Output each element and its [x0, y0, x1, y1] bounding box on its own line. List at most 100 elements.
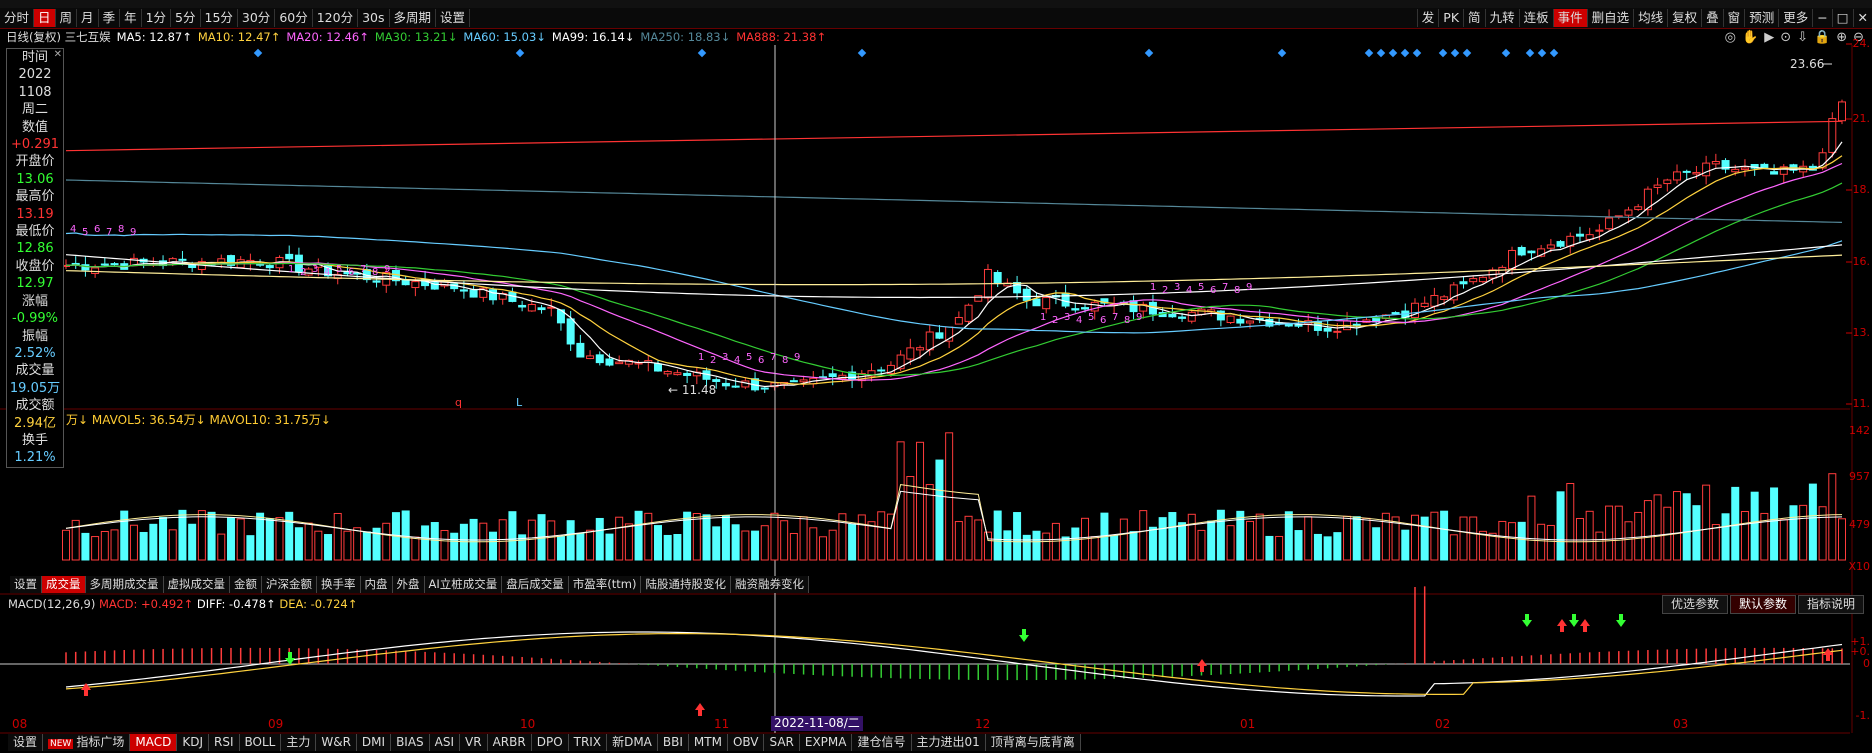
indicator-tab-11[interactable]: VR	[460, 734, 488, 751]
volume-bar	[1682, 493, 1691, 561]
td-down2-4: 5	[1088, 312, 1094, 323]
td-up-mid-6: 7	[770, 352, 776, 363]
volume-bar	[1013, 512, 1022, 561]
volume-tab-6[interactable]: 换手率	[317, 576, 361, 593]
kline-chart[interactable]: 23.66← 11.484 5 6 7 8 91 2 3 4 5 6 7 8 91 2 3 4 5 6 7 8 91 2 3 4…	[0, 0, 1872, 753]
price-axis-label-4: 13.	[1852, 326, 1871, 339]
volume-bar	[285, 511, 294, 561]
indicator-tab-5[interactable]: BOLL	[239, 734, 282, 751]
signal-arrow-down	[1522, 620, 1532, 627]
candle-body	[1430, 294, 1439, 307]
volume-tab-3[interactable]: 虚拟成交量	[163, 576, 230, 593]
price-axis-label-1: 21.	[1852, 112, 1871, 125]
candle-body	[935, 332, 944, 339]
ma888-line	[65, 120, 1843, 152]
indicator-tab-3[interactable]: KDJ	[177, 734, 209, 751]
volume-bar	[1575, 518, 1584, 561]
mavol10-line	[65, 490, 1843, 541]
volume-bar	[421, 525, 430, 561]
info-label-11: 成交额	[15, 398, 55, 414]
indicator-tab-2[interactable]: MACD	[130, 734, 178, 751]
volume-bar	[1042, 532, 1051, 561]
volume-bar	[159, 517, 168, 561]
indicator-tab-17[interactable]: MTM	[688, 734, 728, 751]
indicator-tab-22[interactable]: 主力进出01	[911, 734, 986, 751]
ma60-line	[65, 232, 1843, 334]
indicator-tab-9[interactable]: BIAS	[391, 734, 430, 751]
volume-bar	[605, 533, 614, 561]
volume-tab-4[interactable]: 金额	[230, 576, 262, 593]
indicator-tab-20[interactable]: EXPMA	[799, 734, 853, 751]
volume-tab-9[interactable]: AI立桩成交量	[424, 576, 503, 593]
indicator-tab-15[interactable]: 新DMA	[607, 734, 658, 751]
candle-body	[974, 295, 983, 302]
volume-bar	[1313, 533, 1322, 561]
event-diamond-15	[1525, 48, 1535, 58]
volume-bar	[1488, 532, 1497, 561]
indicator-tab-14[interactable]: TRIX	[568, 734, 608, 751]
volume-tab-11[interactable]: 市盈率(ttm)	[568, 576, 642, 593]
candle-body	[721, 382, 730, 387]
volume-tab-2[interactable]: 多周期成交量	[85, 576, 164, 593]
indicator-tab-4[interactable]: RSI	[209, 734, 240, 751]
candle-body	[178, 258, 187, 261]
indicator-tab-12[interactable]: ARBR	[487, 734, 532, 751]
volume-tab-5[interactable]: 沪深金额	[262, 576, 317, 593]
volume-tab-13[interactable]: 融资融券变化	[730, 576, 809, 593]
volume-tab-10[interactable]: 盘后成交量	[502, 576, 569, 593]
volume-bar	[634, 510, 643, 561]
volume-bar	[721, 515, 730, 561]
td-down2-2: 3	[1064, 312, 1070, 323]
indicator-tab-0[interactable]: 设置	[8, 734, 44, 751]
volume-tab-12[interactable]: 陆股通持股变化	[641, 576, 731, 593]
volume-bar	[343, 530, 352, 561]
signal-arrow-stem	[1525, 614, 1529, 620]
signal-arrow-stem	[1200, 666, 1204, 672]
indicator-tab-7[interactable]: W&R	[316, 734, 357, 751]
candle-body	[1178, 316, 1187, 319]
volume-bar	[809, 527, 818, 561]
info-label-5: 最高价	[15, 189, 55, 205]
candle-body	[605, 358, 614, 366]
x-axis-label-5: 01	[1240, 717, 1256, 731]
indicator-tab-6[interactable]: 主力	[281, 734, 317, 751]
volume-tab-0[interactable]: 设置	[10, 576, 42, 593]
indicator-tab-8[interactable]: DMI	[356, 734, 392, 751]
volume-bar	[1246, 520, 1254, 561]
indicator-tab-21[interactable]: 建仓信号	[852, 734, 912, 751]
indicator-tab-16[interactable]: BBI	[657, 734, 689, 751]
volume-bar	[1275, 535, 1284, 561]
signal-arrow-stem	[1572, 614, 1576, 620]
macd-button-2[interactable]: 指标说明	[1797, 595, 1864, 614]
indicator-tab-23[interactable]: 顶背离与底背离	[985, 734, 1081, 751]
info-value-5: 13.19	[16, 206, 54, 222]
signal-arrow-down	[1019, 635, 1029, 642]
indicator-tab-18[interactable]: OBV	[727, 734, 765, 751]
volume-bar	[954, 521, 963, 561]
volume-bar	[1236, 510, 1245, 561]
td-top-left-5: 9	[130, 227, 136, 238]
macd-button-0[interactable]: 优选参数	[1661, 595, 1728, 614]
volume-tab-7[interactable]: 内盘	[360, 576, 393, 593]
volume-bar	[712, 526, 721, 561]
macd-button-1[interactable]: 默认参数	[1729, 595, 1796, 614]
indicator-tab-10[interactable]: ASI	[429, 734, 461, 751]
volume-bar	[1711, 524, 1720, 561]
candle-body	[760, 387, 769, 390]
volume-bar	[867, 521, 876, 561]
volume-tab-8[interactable]: 外盘	[392, 576, 425, 593]
volume-bar	[1343, 515, 1352, 561]
info-value-12: 1.21%	[14, 450, 56, 466]
volume-bar	[916, 441, 925, 561]
volume-bar	[168, 529, 177, 561]
indicator-tab-13[interactable]: DPO	[531, 734, 569, 751]
candle-body	[1246, 320, 1254, 324]
volume-bar	[489, 531, 498, 561]
indicator-tab-1[interactable]: NEW 指标广场	[43, 734, 131, 751]
close-icon[interactable]: ✕	[54, 49, 62, 60]
candle-body	[1740, 167, 1749, 171]
indicator-tab-19[interactable]: SAR	[764, 734, 800, 751]
volume-bar	[1362, 517, 1371, 561]
volume-tab-1[interactable]: 成交量	[42, 576, 86, 593]
info-label-4: 开盘价	[15, 154, 55, 170]
